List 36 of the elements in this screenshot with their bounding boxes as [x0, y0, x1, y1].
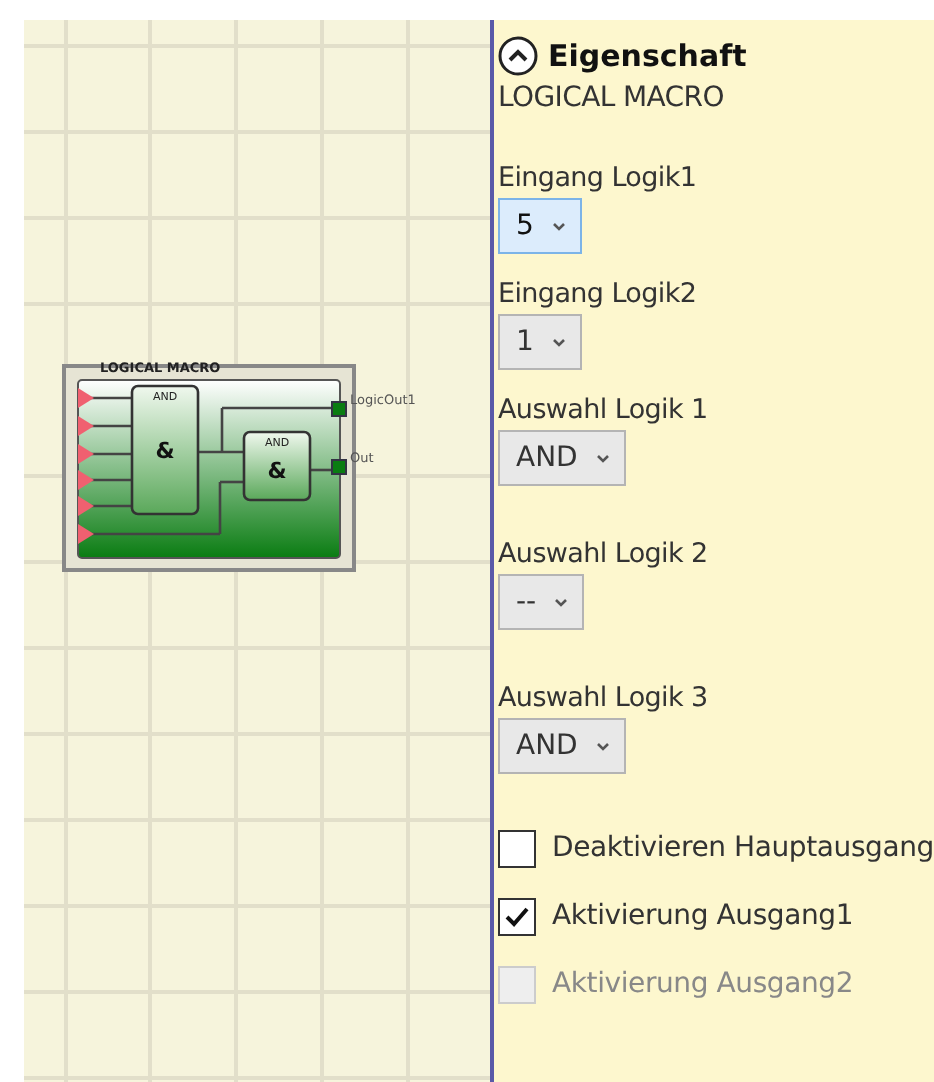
input-pin-icon[interactable] — [78, 416, 94, 436]
field-label: Auswahl Logik 2 — [498, 538, 708, 570]
input-pin-icon[interactable] — [78, 444, 94, 464]
input-pin-icon[interactable] — [78, 496, 94, 516]
dropdown[interactable]: 1 — [498, 314, 582, 370]
dropdown[interactable]: AND — [498, 718, 626, 774]
chevron-icon — [551, 337, 566, 347]
output-pin-icon[interactable] — [331, 401, 347, 417]
chevron-icon — [554, 597, 569, 607]
dropdown[interactable]: -- — [498, 574, 585, 630]
input-pin-icon[interactable] — [78, 388, 94, 408]
logic-gate[interactable] — [130, 384, 200, 516]
chevron-icon — [595, 741, 610, 751]
chevron-icon — [595, 453, 610, 463]
chevron-icon — [551, 221, 566, 231]
logic-gate[interactable] — [242, 430, 312, 502]
field-label: Auswahl Logik 1 — [498, 394, 708, 426]
input-pin-icon[interactable] — [78, 470, 94, 490]
collapse-icon[interactable] — [498, 36, 538, 76]
gate-symbol: & — [267, 458, 287, 484]
check-icon — [504, 905, 530, 927]
dropdown[interactable]: 5 — [498, 198, 582, 254]
field-label: Eingang Logik2 — [498, 278, 697, 310]
checkbox-label: Aktivierung Ausgang2 — [552, 968, 854, 1000]
input-pin-icon[interactable] — [78, 524, 94, 544]
dropdown[interactable]: AND — [498, 430, 626, 486]
field-label: Eingang Logik1 — [498, 162, 697, 194]
output-pin-icon[interactable] — [331, 459, 347, 475]
checkbox-label: Aktivierung Ausgang1 — [552, 900, 854, 932]
gate-symbol: & — [155, 438, 175, 464]
checkbox-label: Deaktivieren Hauptausgang — [552, 832, 934, 864]
component-name: LOGICAL MACRO — [498, 82, 726, 114]
section-title: Eigenschaft — [548, 38, 747, 74]
checkbox[interactable] — [498, 897, 536, 935]
checkbox[interactable] — [498, 829, 536, 867]
field-label: Auswahl Logik 3 — [498, 682, 708, 714]
